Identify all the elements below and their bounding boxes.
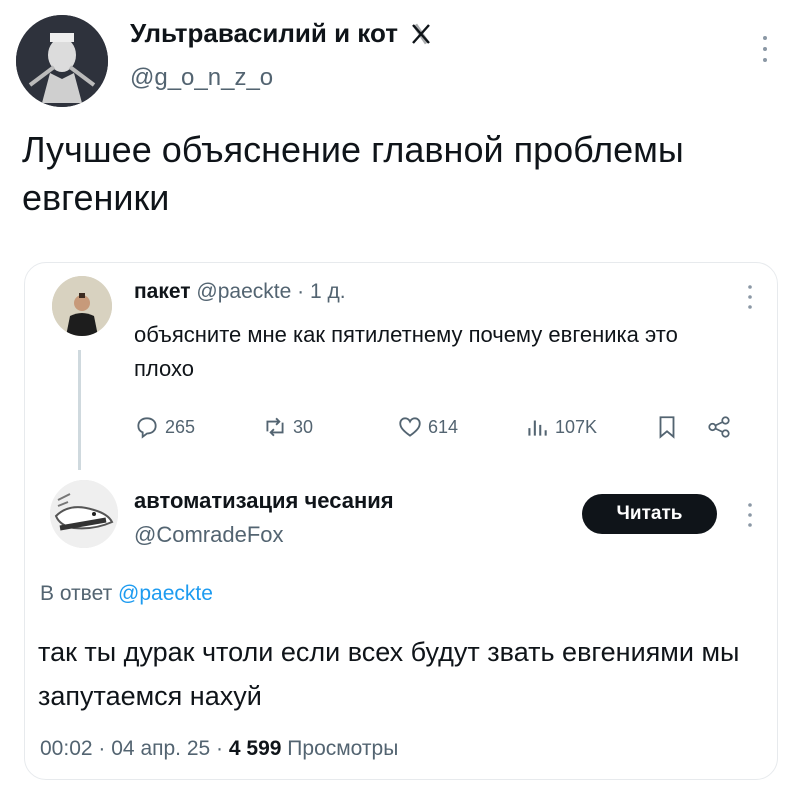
more-options-icon[interactable] [760, 34, 770, 64]
follow-button[interactable]: Читать [582, 494, 717, 534]
heart-icon [399, 417, 421, 437]
tweet-date[interactable]: 04 апр. 25 [111, 737, 210, 760]
reply-prefix: В ответ [40, 582, 113, 605]
quoted-author-avatar[interactable] [52, 276, 112, 336]
quoted-tweet-text: объясните мне как пятилетнему почему евг… [134, 322, 678, 381]
thread-connector-line [78, 350, 81, 470]
views-chart-icon [528, 420, 547, 436]
reply-tweet-meta: 00:02 · 04 апр. 25 · 4 599 Просмотры [40, 737, 398, 761]
retweet-action[interactable]: 30 [262, 412, 313, 442]
retweet-icon [266, 417, 284, 437]
avatar-illustration [16, 15, 108, 107]
avatar-fox-illustration [50, 480, 118, 548]
tweet-time[interactable]: 00:02 [40, 737, 93, 760]
like-count: 614 [428, 416, 459, 437]
reply-action[interactable]: 265 [134, 412, 195, 442]
reply-to-handle-link[interactable]: @paeckte [118, 582, 213, 605]
quoted-author-name[interactable]: пакет [134, 280, 191, 303]
meta-separator: · [98, 737, 106, 760]
outer-author-name-text: Ультравасилий и кот [130, 18, 398, 48]
more-options-icon[interactable] [746, 502, 754, 528]
retweet-count: 30 [293, 416, 314, 437]
reply-icon [137, 417, 157, 439]
share-icon [708, 416, 730, 438]
meta-separator: · [216, 737, 224, 760]
share-action[interactable] [706, 412, 732, 442]
views-action[interactable]: 107K [524, 412, 597, 442]
reply-count: 265 [165, 416, 196, 437]
quoted-author-handle[interactable]: @paeckte [196, 280, 291, 303]
tweet-views-label: Просмотры [287, 737, 399, 760]
views-count: 107K [555, 416, 598, 437]
bookmark-action[interactable] [654, 412, 680, 442]
reply-context: В ответ @paeckte [40, 582, 213, 606]
tweet-views-count: 4 599 [228, 737, 282, 760]
outer-author-handle[interactable]: @g_o_n_z_o [130, 64, 273, 92]
reply-author-handle[interactable]: @ComradeFox [134, 522, 284, 548]
reply-tweet-text: так ты дурак чтоли если всех будут звать… [38, 637, 740, 711]
reply-author-name[interactable]: автоматизация чесания [134, 488, 394, 514]
outer-tweet-text: Лучшее объяснение главной проблемы евген… [22, 129, 684, 218]
header-separator: · [297, 280, 305, 303]
avatar-photo [52, 276, 112, 336]
bookmark-icon [659, 416, 675, 439]
quoted-tweet-header: пакет @paeckte · 1 д. [134, 280, 346, 304]
outer-author-name[interactable]: Ультравасилий и кот [130, 18, 431, 52]
like-action[interactable]: 614 [397, 412, 458, 442]
reply-author-avatar[interactable] [50, 480, 118, 548]
outer-author-avatar[interactable] [16, 15, 108, 107]
more-options-icon[interactable] [746, 284, 754, 310]
quoted-tweet-age[interactable]: 1 д. [310, 280, 346, 303]
x-logo-icon [411, 21, 431, 52]
